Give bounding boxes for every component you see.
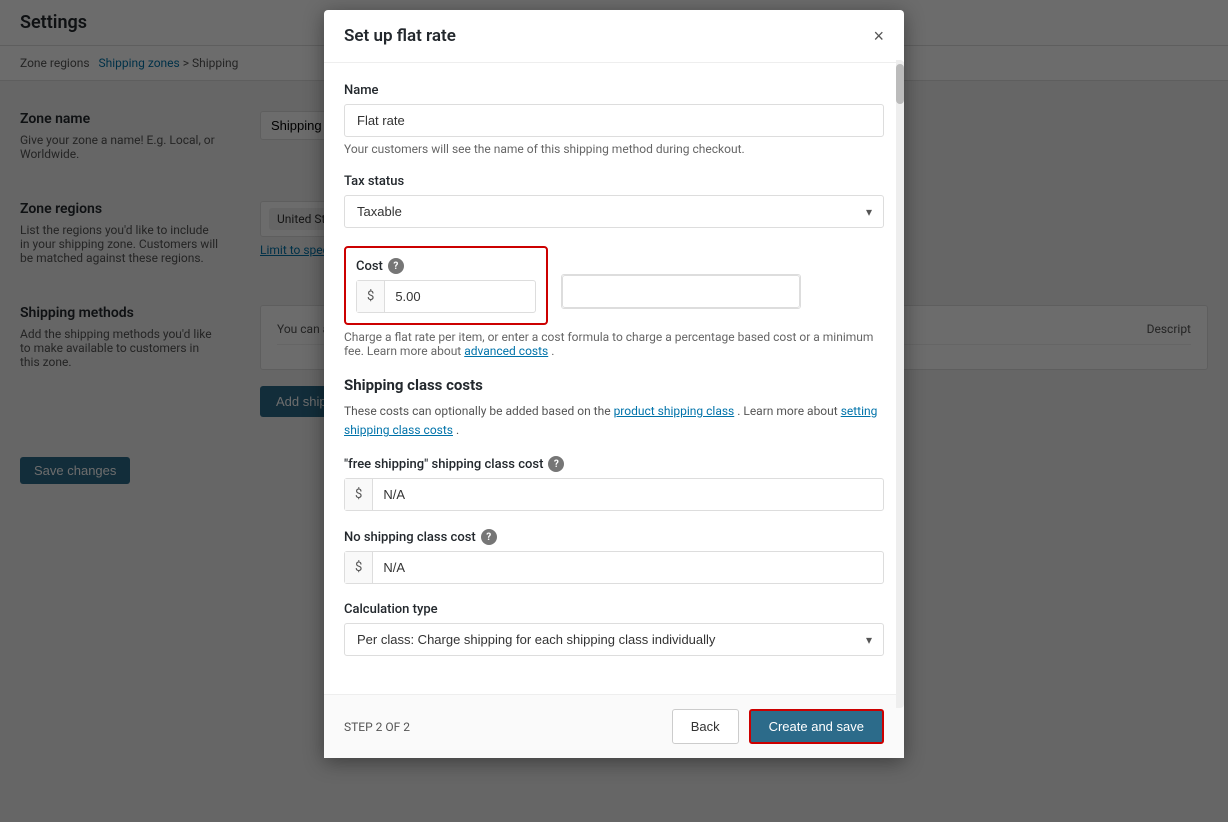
- shipping-class-desc: These costs can optionally be added base…: [344, 402, 884, 440]
- step-indicator: STEP 2 OF 2: [344, 720, 410, 734]
- name-field-desc: Your customers will see the name of this…: [344, 142, 884, 156]
- name-field-label: Name: [344, 83, 884, 98]
- cost-help-icon: ?: [388, 258, 404, 274]
- cost-input-wrapper: $: [356, 280, 536, 313]
- calc-type-select-wrapper: Per class: Charge shipping for each ship…: [344, 623, 884, 656]
- cost-formula-input[interactable]: [562, 275, 800, 308]
- flat-rate-modal: Set up flat rate × Name Your customers w…: [324, 10, 904, 758]
- cost-full-input-wrapper: [561, 274, 801, 309]
- free-shipping-input-wrapper: $: [344, 478, 884, 511]
- free-shipping-help-icon: ?: [548, 456, 564, 472]
- cost-field-group: Cost ? $ Charge a flat rate per item, or…: [344, 246, 884, 358]
- modal-body: Name Your customers will see the name of…: [324, 63, 904, 694]
- modal-title: Set up flat rate: [344, 26, 456, 46]
- tax-status-field-group: Tax status Taxable None ▾: [344, 174, 884, 228]
- cost-input[interactable]: [385, 281, 581, 312]
- advanced-costs-link[interactable]: advanced costs: [464, 344, 548, 358]
- tax-status-label: Tax status: [344, 174, 884, 189]
- no-shipping-currency-prefix: $: [345, 552, 373, 583]
- calc-type-select[interactable]: Per class: Charge shipping for each ship…: [344, 623, 884, 656]
- cost-currency-prefix: $: [357, 281, 385, 312]
- modal-header: Set up flat rate ×: [324, 10, 904, 63]
- modal-footer: STEP 2 OF 2 Back Create and save: [324, 694, 904, 758]
- free-shipping-input[interactable]: [373, 479, 883, 510]
- no-shipping-label: No shipping class cost ?: [344, 529, 884, 545]
- create-save-button[interactable]: Create and save: [749, 709, 884, 744]
- footer-buttons: Back Create and save: [672, 709, 884, 744]
- modal-scrollbar[interactable]: [896, 60, 904, 708]
- free-shipping-currency-prefix: $: [345, 479, 373, 510]
- tax-status-select[interactable]: Taxable None: [344, 195, 884, 228]
- name-input[interactable]: [344, 104, 884, 137]
- shipping-class-title: Shipping class costs: [344, 376, 884, 394]
- no-shipping-input[interactable]: [373, 552, 883, 583]
- cost-field-desc: Charge a flat rate per item, or enter a …: [344, 330, 884, 358]
- no-shipping-cost-group: No shipping class cost ? $: [344, 529, 884, 584]
- product-shipping-class-link[interactable]: product shipping class: [614, 404, 735, 418]
- no-shipping-help-icon: ?: [481, 529, 497, 545]
- modal-close-button[interactable]: ×: [873, 27, 884, 45]
- calc-type-label: Calculation type: [344, 602, 884, 617]
- shipping-class-costs-section: Shipping class costs These costs can opt…: [344, 376, 884, 656]
- name-field-group: Name Your customers will see the name of…: [344, 83, 884, 156]
- cost-label: Cost ?: [356, 258, 536, 274]
- no-shipping-input-wrapper: $: [344, 551, 884, 584]
- free-shipping-cost-group: "free shipping" shipping class cost ? $: [344, 456, 884, 511]
- tax-status-select-wrapper: Taxable None ▾: [344, 195, 884, 228]
- free-shipping-label: "free shipping" shipping class cost ?: [344, 456, 884, 472]
- back-button[interactable]: Back: [672, 709, 739, 744]
- calc-type-field-group: Calculation type Per class: Charge shipp…: [344, 602, 884, 656]
